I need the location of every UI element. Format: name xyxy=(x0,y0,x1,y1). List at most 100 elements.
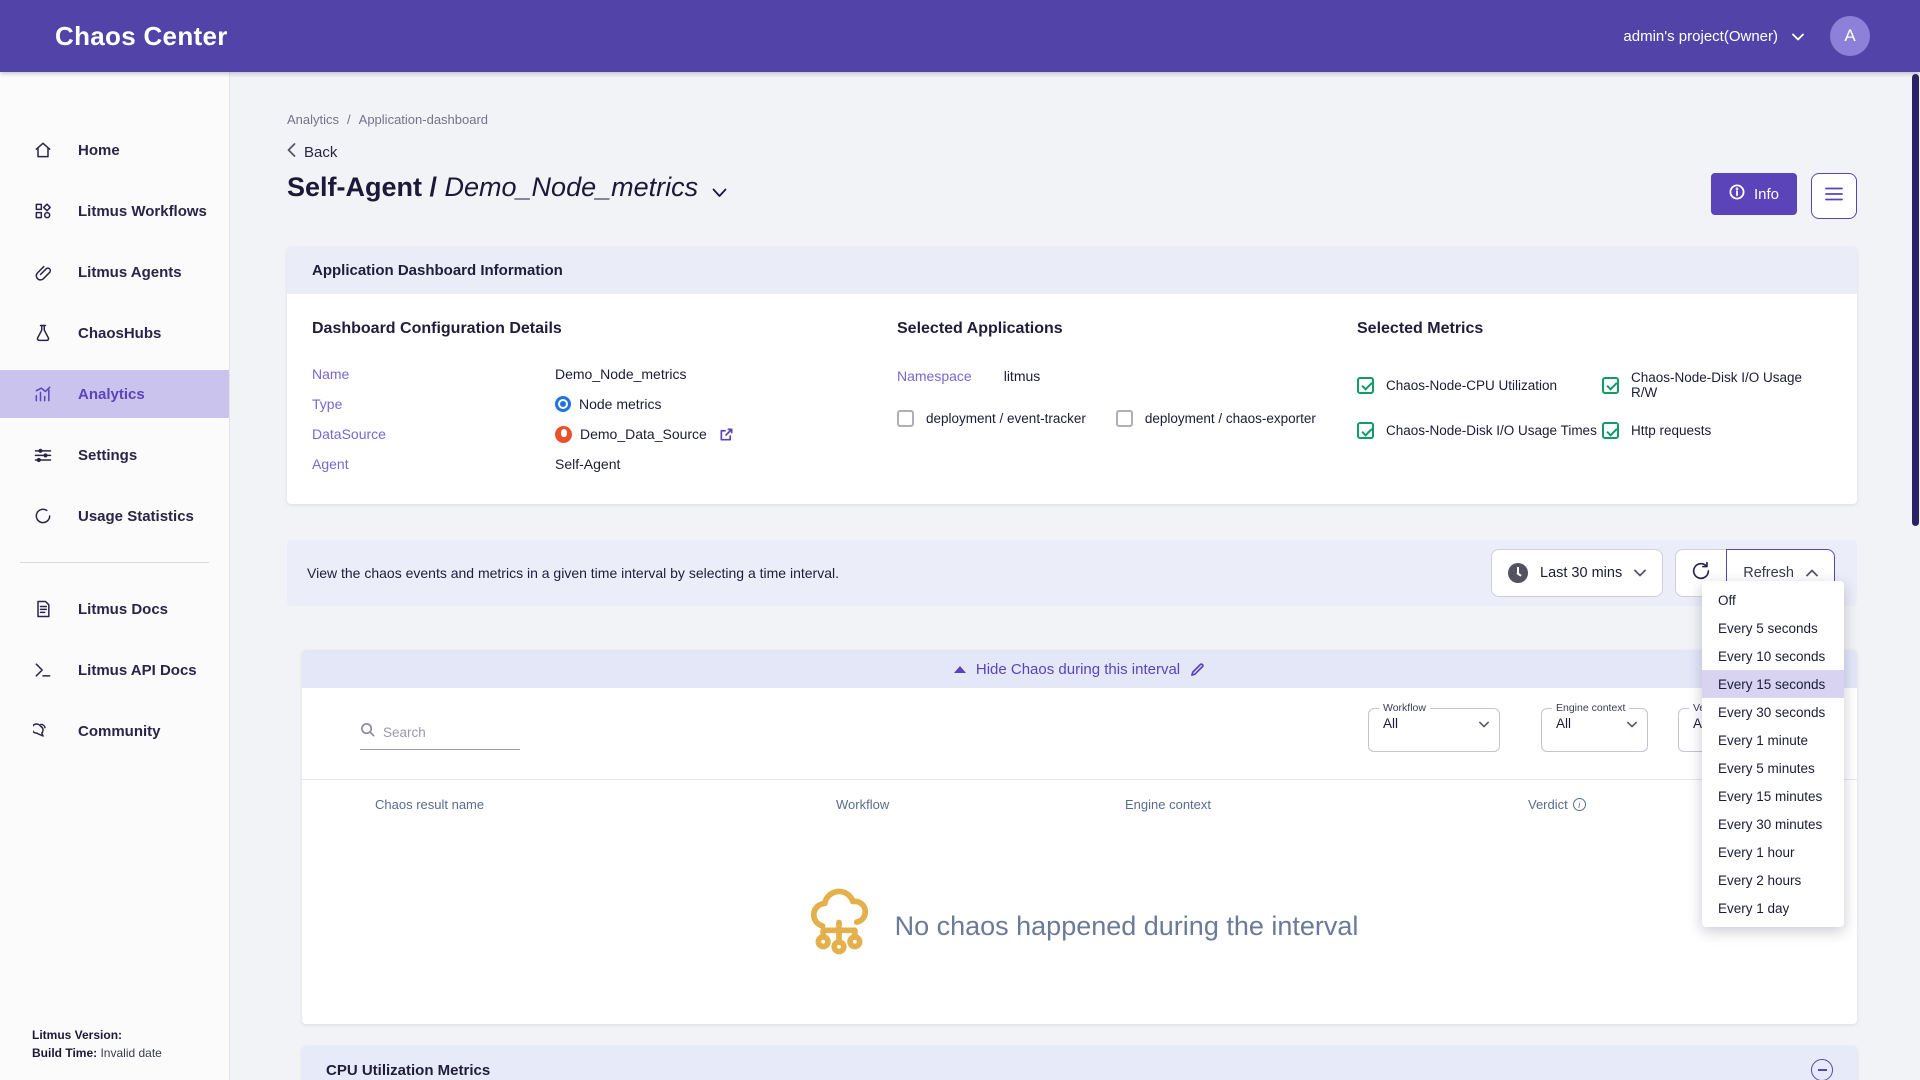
project-selector[interactable]: admin's project(Owner) xyxy=(1623,28,1804,45)
page-title-dashboard: Demo_Node_metrics xyxy=(445,172,699,202)
refresh-option-off[interactable]: Off xyxy=(1702,586,1844,614)
sidebar: Home Litmus Workflows Litmus Agents Chao… xyxy=(0,72,230,1080)
config-value: Node metrics xyxy=(579,396,661,412)
title-chevron-down-icon[interactable] xyxy=(712,174,727,205)
checkbox-label: Chaos-Node-Disk I/O Usage Times xyxy=(1386,423,1597,438)
search-box[interactable] xyxy=(360,722,520,750)
chaos-cloud-icon xyxy=(801,886,877,967)
agents-icon xyxy=(32,261,54,283)
sidebar-item-label: ChaosHubs xyxy=(78,325,161,342)
sidebar-item-chaoshubs[interactable]: ChaosHubs xyxy=(0,309,229,357)
litmus-version-label: Litmus Version: xyxy=(32,1028,122,1042)
collapse-minus-icon[interactable] xyxy=(1811,1059,1833,1080)
info-button[interactable]: Info xyxy=(1711,173,1797,215)
refresh-option-10s[interactable]: Every 10 seconds xyxy=(1702,642,1844,670)
breadcrumb-analytics[interactable]: Analytics xyxy=(287,112,339,127)
sidebar-item-home[interactable]: Home xyxy=(0,126,229,174)
external-link-icon[interactable] xyxy=(719,427,734,442)
engine-context-filter-label: Engine context xyxy=(1552,702,1629,714)
refresh-option-30s[interactable]: Every 30 seconds xyxy=(1702,698,1844,726)
interval-bar: View the chaos events and metrics in a g… xyxy=(287,540,1857,606)
sidebar-item-label: Litmus API Docs xyxy=(78,662,197,679)
hide-chaos-label: Hide Chaos during this interval xyxy=(976,661,1180,678)
home-icon xyxy=(32,139,54,161)
checkbox-event-tracker[interactable]: deployment / event-tracker xyxy=(897,410,1086,427)
checkbox-chaos-exporter[interactable]: deployment / chaos-exporter xyxy=(1116,410,1316,427)
chevron-down-icon xyxy=(1792,28,1804,45)
selected-metrics-heading: Selected Metrics xyxy=(1357,320,1832,338)
cpu-metrics-panel: CPU Utilization Metrics xyxy=(302,1046,1857,1080)
search-input[interactable] xyxy=(383,725,503,740)
chevron-down-icon xyxy=(1634,565,1646,581)
page-title-agent: Self-Agent / xyxy=(287,172,445,202)
analytics-icon xyxy=(32,383,54,405)
breadcrumb-application-dashboard[interactable]: Application-dashboard xyxy=(359,112,488,127)
sidebar-item-label: Litmus Agents xyxy=(78,264,182,281)
config-row-agent: Agent Self-Agent xyxy=(312,454,897,474)
checkbox-checked-icon[interactable] xyxy=(1357,422,1374,439)
column-verdict: Verdict i xyxy=(1528,797,1586,812)
dashboard-menu-button[interactable] xyxy=(1811,173,1857,219)
breadcrumb-separator: / xyxy=(347,112,351,127)
sidebar-item-litmus-docs[interactable]: Litmus Docs xyxy=(0,585,229,633)
config-label: Type xyxy=(312,396,555,412)
usage-icon xyxy=(32,505,54,527)
refresh-option-15s[interactable]: Every 15 seconds xyxy=(1702,670,1844,698)
refresh-option-1h[interactable]: Every 1 hour xyxy=(1702,838,1844,866)
refresh-option-1d[interactable]: Every 1 day xyxy=(1702,894,1844,922)
hide-chaos-toggle[interactable]: Hide Chaos during this interval xyxy=(302,650,1857,688)
sidebar-item-label: Settings xyxy=(78,447,137,464)
workflow-filter-value: All xyxy=(1383,716,1398,731)
time-range-selector[interactable]: Last 30 mins xyxy=(1491,549,1663,597)
refresh-option-2h[interactable]: Every 2 hours xyxy=(1702,866,1844,894)
sidebar-item-analytics[interactable]: Analytics xyxy=(0,370,229,418)
sidebar-item-litmus-api-docs[interactable]: Litmus API Docs xyxy=(0,646,229,694)
avatar[interactable]: A xyxy=(1830,16,1870,56)
checkbox-checked-icon[interactable] xyxy=(1357,377,1374,394)
checkbox-label: deployment / event-tracker xyxy=(926,411,1086,426)
sidebar-item-usage-statistics[interactable]: Usage Statistics xyxy=(0,492,229,540)
config-label: Name xyxy=(312,366,555,382)
back-link[interactable]: Back xyxy=(287,143,1857,161)
panel-title: Application Dashboard Information xyxy=(287,247,1857,294)
refresh-option-15m[interactable]: Every 15 minutes xyxy=(1702,782,1844,810)
checkbox-checked-icon[interactable] xyxy=(1602,377,1619,394)
metric-http-requests[interactable]: Http requests xyxy=(1602,422,1832,439)
refresh-option-5s[interactable]: Every 5 seconds xyxy=(1702,614,1844,642)
checkbox-label: Chaos-Node-CPU Utilization xyxy=(1386,378,1557,393)
table-controls-row: Workflow All Engine context All Verdict … xyxy=(302,688,1857,780)
column-engine-context: Engine context xyxy=(1125,797,1211,812)
verdict-info-icon[interactable]: i xyxy=(1573,798,1586,811)
settings-icon xyxy=(32,444,54,466)
edit-pencil-icon[interactable] xyxy=(1190,662,1205,677)
sidebar-item-label: Home xyxy=(78,142,120,159)
sidebar-item-community[interactable]: Community xyxy=(0,707,229,755)
sidebar-item-litmus-workflows[interactable]: Litmus Workflows xyxy=(0,187,229,235)
main-content: Analytics / Application-dashboard Back S… xyxy=(230,72,1920,1080)
metric-cpu-utilization[interactable]: Chaos-Node-CPU Utilization xyxy=(1357,370,1602,400)
workflow-filter[interactable]: Workflow All xyxy=(1368,702,1500,752)
checkbox-unchecked-icon[interactable] xyxy=(1116,410,1133,427)
chaos-interval-card: Hide Chaos during this interval Workflow… xyxy=(302,650,1857,1024)
checkbox-checked-icon[interactable] xyxy=(1602,422,1619,439)
engine-context-filter-value: All xyxy=(1556,716,1571,731)
config-value: Self-Agent xyxy=(555,456,620,472)
caret-up-icon xyxy=(954,666,966,673)
sidebar-item-litmus-agents[interactable]: Litmus Agents xyxy=(0,248,229,296)
checkbox-label: Chaos-Node-Disk I/O Usage R/W xyxy=(1631,370,1832,400)
checkbox-unchecked-icon[interactable] xyxy=(897,410,914,427)
interval-description: View the chaos events and metrics in a g… xyxy=(307,563,847,584)
scrollbar-thumb[interactable] xyxy=(1912,74,1919,526)
sidebar-divider xyxy=(20,562,209,563)
refresh-option-5m[interactable]: Every 5 minutes xyxy=(1702,754,1844,782)
refresh-option-1m[interactable]: Every 1 minute xyxy=(1702,726,1844,754)
metric-disk-io-rw[interactable]: Chaos-Node-Disk I/O Usage R/W xyxy=(1602,370,1832,400)
refresh-option-30m[interactable]: Every 30 minutes xyxy=(1702,810,1844,838)
metric-disk-io-times[interactable]: Chaos-Node-Disk I/O Usage Times xyxy=(1357,422,1602,439)
project-label: admin's project(Owner) xyxy=(1623,28,1778,45)
engine-context-filter[interactable]: Engine context All xyxy=(1541,702,1648,752)
namespace-label: Namespace xyxy=(897,368,972,384)
sidebar-item-settings[interactable]: Settings xyxy=(0,431,229,479)
workflows-icon xyxy=(32,200,54,222)
build-time-label: Build Time: xyxy=(32,1046,97,1060)
